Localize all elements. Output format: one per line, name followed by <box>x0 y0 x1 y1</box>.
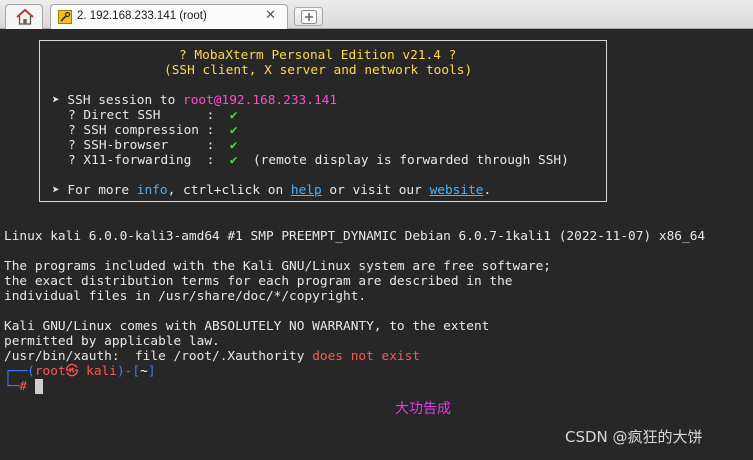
terminal-area[interactable]: ? MobaXterm Personal Edition v21.4 ? (SS… <box>0 29 753 460</box>
uname-output: Linux kali 6.0.0-kali3-amd64 #1 SMP PREE… <box>4 229 706 244</box>
feature-ssh-browser: ? SSH-browser : ✔ <box>68 138 238 153</box>
xauth-line: /usr/bin/xauth: file /root/.Xauthority d… <box>4 349 420 364</box>
banner-session-line: ➤ SSH session to root@192.168.233.141 <box>52 93 337 108</box>
prompt-symbol: # <box>19 379 28 394</box>
feature-name: ? SSH compression : <box>68 123 215 138</box>
check-icon: ✔ <box>229 108 238 123</box>
text-cursor[interactable] <box>34 379 43 394</box>
xauth-message: /usr/bin/xauth: file /root/.Xauthority <box>4 349 313 364</box>
feature-note: (remote display is forwarded through SSH… <box>252 153 569 168</box>
feature-direct-ssh: ? Direct SSH : ✔ <box>68 108 238 123</box>
info-link[interactable]: info <box>137 183 168 198</box>
prompt-frame-start: ┌──( <box>4 364 35 379</box>
feature-name: ? SSH-browser : <box>68 138 215 153</box>
prompt-user-host: root㉿ kali <box>34 364 117 379</box>
more-end: . <box>483 183 492 198</box>
csdn-watermark: CSDN @疯狂的大饼 <box>565 428 703 446</box>
session-target: root@192.168.233.141 <box>182 93 338 108</box>
check-icon: ✔ <box>229 153 238 168</box>
feature-name: ? Direct SSH : <box>68 108 215 123</box>
check-icon: ✔ <box>229 138 238 153</box>
tab-bar: 2. 192.168.233.141 (root) ✕ <box>0 0 753 29</box>
more-middle: , ctrl+click on <box>167 183 291 198</box>
help-link[interactable]: help <box>291 183 322 198</box>
feature-name: ? X11-forwarding : <box>68 153 215 168</box>
more-prefix: ➤ For more <box>52 183 137 198</box>
prompt-line-1: ┌──(root㉿ kali)-[~] <box>4 364 156 379</box>
warranty-line-2: permitted by applicable law. <box>4 334 220 349</box>
license-line-1: The programs included with the Kali GNU/… <box>4 259 552 274</box>
tab-ssh-session[interactable]: 2. 192.168.233.141 (root) ✕ <box>50 4 288 29</box>
session-prefix: ➤ SSH session to <box>52 93 183 108</box>
prompt-frame-mid: )-[ <box>116 364 141 379</box>
xauth-error: does not exist <box>312 349 421 364</box>
more-or: or visit our <box>321 183 430 198</box>
license-line-2: the exact distribution terms for each pr… <box>4 274 513 289</box>
feature-x11-forwarding: ? X11-forwarding : ✔ (remote display is … <box>68 153 569 168</box>
website-link[interactable]: website <box>430 183 484 198</box>
warranty-line-1: Kali GNU/Linux comes with ABSOLUTELY NO … <box>4 319 490 334</box>
home-icon <box>16 8 34 25</box>
mobaxterm-window: 2. 192.168.233.141 (root) ✕ ? MobaXterm … <box>0 0 753 460</box>
banner-more-line: ➤ For more info, ctrl+click on help or v… <box>52 183 491 198</box>
prompt-cwd: ~ <box>140 364 148 379</box>
tab-label: 2. 192.168.233.141 (root) <box>77 10 207 22</box>
prompt-frame-end: ] <box>147 364 156 379</box>
banner-subtitle: (SSH client, X server and network tools) <box>164 63 473 78</box>
success-annotation: 大功告成 <box>395 401 451 417</box>
new-tab-button[interactable] <box>294 7 323 26</box>
close-tab-icon[interactable]: ✕ <box>265 8 276 23</box>
prompt-line-2: └─# <box>4 379 43 394</box>
home-tab[interactable] <box>5 4 43 29</box>
plus-icon <box>301 10 317 24</box>
feature-ssh-compression: ? SSH compression : ✔ <box>68 123 238 138</box>
license-line-3: individual files in /usr/share/doc/*/cop… <box>4 289 367 304</box>
banner-title: ? MobaXterm Personal Edition v21.4 ? <box>179 48 457 63</box>
ssh-key-icon <box>58 10 72 24</box>
check-icon: ✔ <box>229 123 238 138</box>
prompt-frame-bottom: └─ <box>4 379 20 394</box>
